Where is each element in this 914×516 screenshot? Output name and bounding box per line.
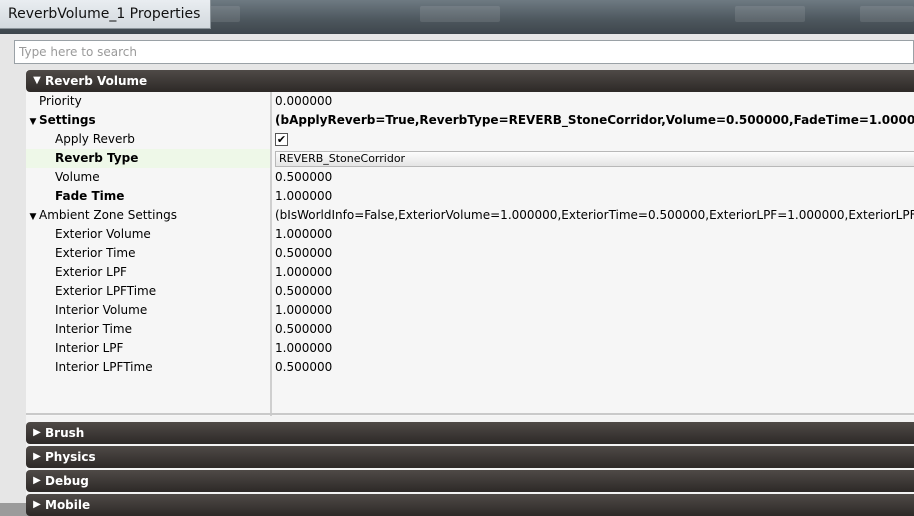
property-value[interactable]: 0.000000 (272, 92, 914, 111)
property-value[interactable]: 0.500000 (272, 168, 914, 187)
expand-arrow-icon[interactable]: ▼ (27, 113, 39, 130)
collapse-arrow-icon[interactable]: ▶ (32, 446, 42, 468)
property-value[interactable]: 1.000000 (272, 187, 914, 206)
background-blur (860, 6, 914, 22)
category-debug[interactable]: ▶ Debug (26, 470, 914, 492)
property-value[interactable]: 0.500000 (272, 282, 914, 301)
category-brush[interactable]: ▶ Brush (26, 422, 914, 444)
property-row-ambient-zone-settings[interactable]: ▼ Ambient Zone Settings (bIsWorldInfo=Fal… (26, 206, 914, 225)
property-value[interactable]: 0.500000 (272, 320, 914, 339)
splitter[interactable] (26, 413, 914, 415)
collapse-arrow-icon[interactable]: ▶ (32, 470, 42, 492)
window-title-bar[interactable]: ReverbVolume_1 Properties (0, 0, 914, 34)
property-value[interactable]: 0.500000 (272, 244, 914, 263)
property-row-apply-reverb[interactable]: Apply Reverb ✔ (26, 130, 914, 149)
property-name: Interior LPFTime (55, 360, 153, 374)
property-value[interactable]: (bApplyReverb=True,ReverbType=REVERB_Sto… (272, 111, 914, 130)
property-row-interior-time[interactable]: Interior Time 0.500000 (26, 320, 914, 339)
category-label: Physics (45, 450, 96, 464)
property-value[interactable]: 1.000000 (272, 339, 914, 358)
property-panel: ▼ Reverb Volume Priority 0.000000 ▼ Setti… (26, 70, 914, 516)
property-name: Exterior LPFTime (55, 284, 157, 298)
expand-arrow-icon[interactable]: ▼ (32, 70, 42, 92)
property-name: Interior Volume (55, 303, 148, 317)
search-input[interactable] (15, 41, 913, 63)
property-name: Interior LPF (55, 341, 124, 355)
background-blur (735, 6, 805, 22)
background-blur (420, 6, 500, 22)
property-row-exterior-lpftime[interactable]: Exterior LPFTime 0.500000 (26, 282, 914, 301)
property-label: Settings (39, 113, 96, 127)
property-row-exterior-time[interactable]: Exterior Time 0.500000 (26, 244, 914, 263)
property-name: Volume (55, 170, 100, 184)
collapse-arrow-icon[interactable]: ▶ (32, 494, 42, 516)
property-value[interactable]: 0.500000 (272, 358, 914, 377)
category-label: Brush (45, 426, 85, 440)
property-label: Ambient Zone Settings (39, 208, 177, 222)
reverb-volume-properties: Priority 0.000000 ▼ Settings (bApplyRever… (26, 92, 914, 416)
category-label: Mobile (45, 498, 91, 512)
property-name: ▼ Ambient Zone Settings (26, 206, 270, 225)
category-reverb-volume[interactable]: ▼ Reverb Volume (26, 70, 914, 92)
property-row-exterior-lpf[interactable]: Exterior LPF 1.000000 (26, 263, 914, 282)
property-row-volume[interactable]: Volume 0.500000 (26, 168, 914, 187)
property-name: Exterior Volume (55, 227, 151, 241)
property-name: Apply Reverb (55, 132, 135, 146)
property-name: Priority (39, 94, 82, 108)
property-name: Interior Time (55, 322, 132, 336)
expand-arrow-icon[interactable]: ▼ (27, 208, 39, 225)
apply-reverb-checkbox[interactable]: ✔ (275, 133, 288, 146)
category-label: Reverb Volume (45, 74, 148, 88)
property-row-priority[interactable]: Priority 0.000000 (26, 92, 914, 111)
window-title: ReverbVolume_1 Properties (0, 0, 212, 29)
property-name: ▼ Settings (26, 111, 270, 130)
property-row-exterior-volume[interactable]: Exterior Volume 1.000000 (26, 225, 914, 244)
property-name: Exterior LPF (55, 265, 127, 279)
collapse-arrow-icon[interactable]: ▶ (32, 422, 42, 444)
property-row-interior-volume[interactable]: Interior Volume 1.000000 (26, 301, 914, 320)
property-row-interior-lpftime[interactable]: Interior LPFTime 0.500000 (26, 358, 914, 377)
property-row-settings[interactable]: ▼ Settings (bApplyReverb=True,ReverbType=… (26, 111, 914, 130)
search-box[interactable] (14, 40, 914, 64)
property-value[interactable]: 1.000000 (272, 225, 914, 244)
property-value[interactable]: 1.000000 (272, 301, 914, 320)
category-label: Debug (45, 474, 89, 488)
property-value[interactable]: 1.000000 (272, 263, 914, 282)
reverb-type-dropdown[interactable]: REVERB_StoneCorridor (275, 151, 914, 167)
property-value[interactable]: (bIsWorldInfo=False,ExteriorVolume=1.000… (272, 206, 914, 225)
category-mobile[interactable]: ▶ Mobile (26, 494, 914, 516)
property-row-reverb-type[interactable]: Reverb Type REVERB_StoneCorridor (26, 149, 914, 168)
category-physics[interactable]: ▶ Physics (26, 446, 914, 468)
property-name: Reverb Type (26, 149, 270, 168)
property-row-fade-time[interactable]: Fade Time 1.000000 (26, 187, 914, 206)
properties-window: ▼ Reverb Volume Priority 0.000000 ▼Setti… (0, 34, 914, 516)
property-name: Exterior Time (55, 246, 136, 260)
property-row-interior-lpf[interactable]: Interior LPF 1.000000 (26, 339, 914, 358)
property-name: Fade Time (55, 189, 125, 203)
